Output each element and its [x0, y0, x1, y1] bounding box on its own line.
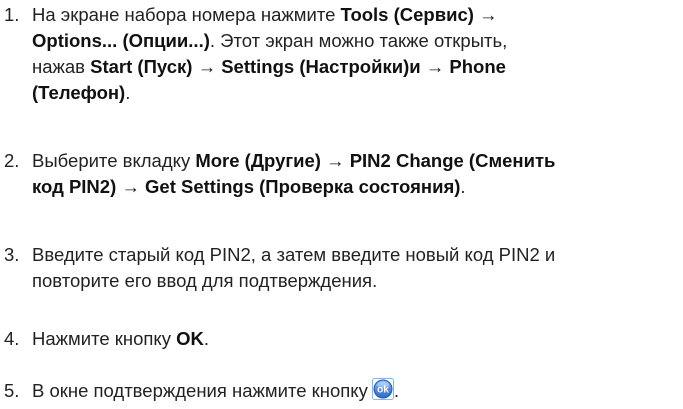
text-run: Введите старый код PIN2, а затем введите… — [32, 244, 556, 265]
step-number: 4. — [4, 328, 20, 349]
step-line: На экране набора номера нажмите Tools (С… — [32, 2, 682, 28]
ok-icon-label: ok — [377, 385, 389, 396]
step-number: 5. — [4, 380, 20, 401]
text-run: → — [420, 56, 450, 77]
step-line: Выберите вкладку More (Другие) → PIN2 Ch… — [32, 148, 682, 174]
text-run: Нажмите кнопку — [32, 328, 177, 349]
step-text: На экране набора номера нажмите Tools (С… — [32, 2, 682, 106]
text-run-bold: More (Другие) — [195, 150, 321, 171]
text-run-bold: Options... (Опции...) — [32, 30, 210, 51]
text-run-bold: Settings (Настройки)и — [221, 56, 421, 77]
step-line: нажав Start (Пуск) → Settings (Настройки… — [32, 54, 682, 80]
text-run: → — [473, 4, 498, 25]
text-run-bold: Get Settings (Проверка состояния) — [145, 176, 461, 197]
text-run: . Этот экран можно также открыть, — [209, 30, 508, 51]
text-run-bold: Start (Пуск) — [90, 56, 193, 77]
step-text: В окне подтверждения нажмите кнопку ok . — [32, 378, 682, 404]
text-run: . — [125, 82, 131, 103]
step-number: 1. — [4, 4, 20, 25]
step-line: (Телефон). — [32, 80, 682, 106]
ok-button-icon: ok — [371, 378, 394, 400]
text-run: Выберите вкладку — [32, 150, 196, 171]
step-line: Нажмите кнопку OK. — [32, 326, 682, 352]
text-run: . — [393, 380, 399, 401]
text-run: На экране набора номера нажмите — [32, 4, 341, 25]
text-run-bold: Tools (Сервис) — [340, 4, 474, 25]
step-text: Выберите вкладку More (Другие) → PIN2 Ch… — [32, 148, 682, 200]
text-run: В окне подтверждения нажмите кнопку — [32, 380, 368, 401]
step-text: Нажмите кнопку OK. — [32, 326, 682, 352]
text-run-bold: (Телефон) — [32, 82, 126, 103]
text-run: → — [116, 176, 146, 197]
text-run: . — [203, 328, 209, 349]
step-line: Введите старый код PIN2, а затем введите… — [32, 242, 682, 268]
step-line: повторите его ввод для подтверждения. — [32, 268, 682, 294]
text-run: → — [192, 56, 222, 77]
step-number: 2. — [4, 150, 20, 171]
text-run: → — [320, 150, 350, 171]
text-run-bold: OK — [176, 328, 204, 349]
text-run-bold: Phone — [449, 56, 506, 77]
step-line: В окне подтверждения нажмите кнопку ok . — [32, 378, 682, 404]
text-run-bold: PIN2 Change (Сменить — [349, 150, 556, 171]
text-run-bold: код PIN2) — [32, 176, 117, 197]
step-number: 3. — [4, 244, 20, 265]
step-line: Options... (Опции...). Этот экран можно … — [32, 28, 682, 54]
step-line: код PIN2) → Get Settings (Проверка состо… — [32, 174, 682, 200]
text-run: . — [460, 176, 466, 197]
text-run: повторите его ввод для подтверждения. — [32, 270, 378, 291]
step-text: Введите старый код PIN2, а затем введите… — [32, 242, 682, 294]
text-run: нажав — [32, 56, 91, 77]
